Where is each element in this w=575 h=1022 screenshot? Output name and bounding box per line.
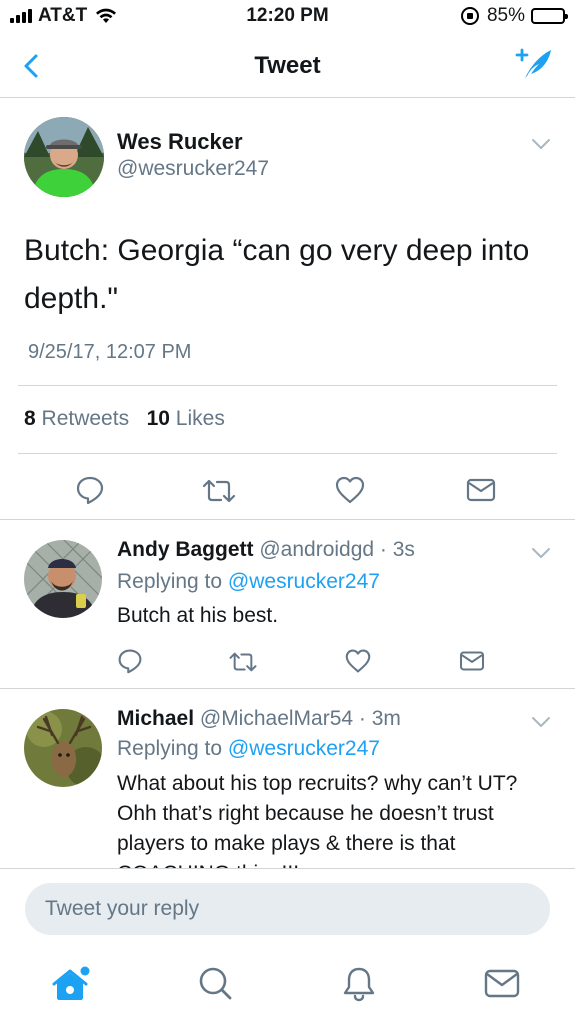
- page-title: Tweet: [254, 52, 321, 79]
- chevron-down-icon: [532, 139, 550, 149]
- reply-tweet[interactable]: Michael @MichaelMar54 · 3m Replying to @…: [0, 689, 575, 868]
- replying-to: Replying to @wesrucker247: [117, 570, 380, 594]
- divider: [0, 519, 575, 520]
- tab-home[interactable]: [52, 964, 92, 1004]
- reply-options-button[interactable]: [531, 715, 551, 727]
- chevron-down-icon: [532, 717, 550, 727]
- heart-icon: [345, 649, 371, 673]
- reply-text: What about his top recruits? why can’t U…: [117, 772, 518, 868]
- tweet-actions: [0, 465, 575, 519]
- tab-messages[interactable]: [482, 964, 522, 1004]
- tweet-text: Butch: Georgia “can go very deep into de…: [24, 234, 530, 315]
- retweets-count: 8: [24, 407, 36, 430]
- replying-prefix: Replying to: [117, 737, 223, 760]
- reply-meta: @MichaelMar54 · 3m: [199, 707, 401, 730]
- replying-to: Replying to @wesrucker247: [117, 737, 380, 761]
- reply-text: Butch at his best.: [117, 604, 279, 627]
- author-name[interactable]: Wes Rucker: [117, 129, 243, 155]
- divider: [18, 453, 557, 454]
- replying-handle[interactable]: @wesrucker247: [228, 570, 380, 593]
- tab-notifications[interactable]: [339, 964, 379, 1004]
- avatar[interactable]: [24, 709, 102, 787]
- tweet-stats: 8 Retweets 10 Likes: [24, 407, 225, 431]
- avatar[interactable]: [24, 117, 104, 197]
- reply-icon: [76, 476, 104, 505]
- status-right: 85%: [460, 5, 568, 27]
- home-icon: [52, 966, 90, 1000]
- reply-author-name[interactable]: Michael: [117, 707, 194, 730]
- direct-message-button[interactable]: [466, 477, 496, 508]
- heart-icon: [335, 476, 365, 504]
- likes-count: 10: [146, 407, 170, 430]
- search-icon: [199, 967, 232, 1000]
- retweets-stat[interactable]: 8 Retweets: [24, 407, 129, 430]
- tweet-options-button[interactable]: [531, 137, 551, 149]
- reply-author-name[interactable]: Andy Baggett: [117, 538, 254, 561]
- divider: [18, 385, 557, 386]
- status-bar: AT&T 12:20 PM 85%: [0, 0, 575, 34]
- avatar-image: [24, 117, 104, 197]
- tab-bar: [0, 948, 575, 1022]
- nav-bar: Tweet: [0, 34, 575, 98]
- reply-button[interactable]: [117, 648, 143, 679]
- battery-icon: [531, 8, 568, 24]
- avatar-image: [24, 709, 102, 787]
- likes-stat[interactable]: 10 Likes: [147, 407, 225, 430]
- notifications-icon: [343, 967, 375, 1002]
- tweet-timestamp: 9/25/17, 12:07 PM: [28, 341, 192, 363]
- retweet-button[interactable]: [201, 477, 237, 510]
- envelope-icon: [466, 478, 496, 502]
- replying-handle[interactable]: @wesrucker247: [228, 737, 380, 760]
- likes-label: Likes: [175, 407, 225, 430]
- envelope-icon: [459, 651, 485, 671]
- reply-input[interactable]: [25, 883, 550, 935]
- battery-percentage: 85%: [486, 5, 525, 26]
- direct-message-button[interactable]: [459, 650, 485, 677]
- retweets-label: Retweets: [41, 407, 130, 430]
- tab-search[interactable]: [195, 964, 235, 1004]
- reply-options-button[interactable]: [531, 546, 551, 558]
- retweet-icon: [229, 652, 257, 672]
- retweet-button[interactable]: [228, 650, 258, 679]
- replying-prefix: Replying to: [117, 570, 223, 593]
- author-handle[interactable]: @wesrucker247: [117, 157, 269, 181]
- messages-icon: [484, 969, 520, 998]
- reply-meta: @androidgd · 3s: [259, 538, 415, 561]
- avatar[interactable]: [24, 540, 102, 618]
- compose-tweet-icon: [515, 48, 551, 78]
- like-button[interactable]: [334, 475, 366, 510]
- reply-composer: [0, 868, 575, 948]
- like-button[interactable]: [344, 648, 372, 679]
- rotation-lock-icon: [460, 7, 479, 25]
- chevron-down-icon: [532, 548, 550, 558]
- compose-tweet-button[interactable]: [515, 44, 555, 86]
- reply-button[interactable]: [75, 475, 105, 510]
- retweet-icon: [202, 479, 236, 503]
- reply-header: Michael @MichaelMar54 · 3m: [117, 707, 401, 731]
- reply-icon: [118, 649, 142, 674]
- reply-header: Andy Baggett @androidgd · 3s: [117, 538, 415, 562]
- avatar-image: [24, 540, 102, 618]
